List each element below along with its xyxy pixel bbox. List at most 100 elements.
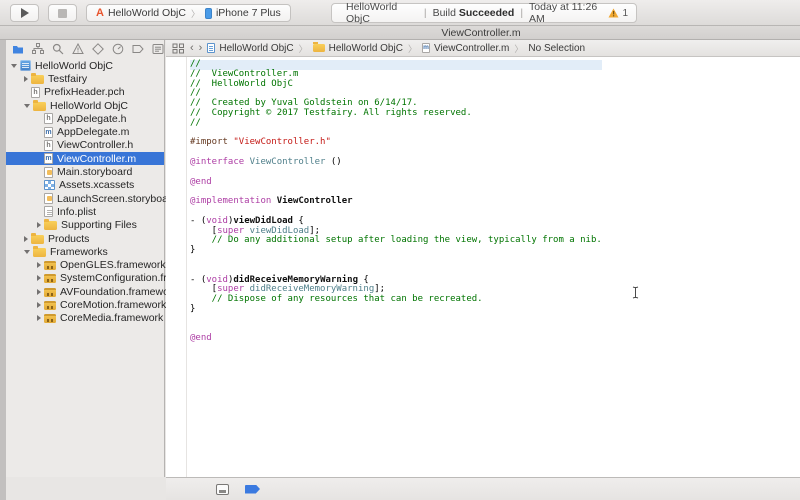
tree-item-viewcontroller-h[interactable]: h ViewController.h — [6, 139, 164, 152]
stop-icon — [58, 9, 67, 18]
tree-item-assets-xcassets[interactable]: Assets.xcassets — [6, 179, 164, 192]
framework-icon — [44, 288, 56, 297]
status-project: HelloWorld ObjC — [346, 1, 418, 25]
tree-item-supporting-files[interactable]: Supporting Files — [6, 219, 164, 232]
source-editor[interactable]: //// ViewController.m// HelloWorld ObjC/… — [166, 57, 800, 477]
project-navigator-icon[interactable] — [12, 43, 25, 55]
crumb-separator: 〉 — [299, 42, 308, 55]
code-line[interactable]: // Dispose of any resources that can be … — [190, 295, 602, 305]
crumb-label: No Selection — [528, 43, 585, 54]
code-line[interactable]: // HelloWorld ObjC — [190, 80, 602, 90]
file-h-icon: h — [44, 140, 53, 151]
jump-bar-crumb-1[interactable]: HelloWorld ObjC — [313, 43, 403, 54]
code-line[interactable]: // — [190, 119, 602, 129]
chevron-right-icon: 〉 — [190, 7, 201, 20]
disclosure-right-icon[interactable] — [37, 275, 41, 281]
disclosure-right-icon[interactable] — [24, 76, 28, 82]
disclosure-down-icon[interactable] — [11, 64, 17, 68]
code-line[interactable]: } — [190, 305, 602, 315]
tree-item-avfoundation-framework[interactable]: AVFoundation.framework — [6, 285, 164, 298]
tree-item-helloworld-objc[interactable]: HelloWorld ObjC — [6, 99, 164, 112]
tree-item-products[interactable]: Products — [6, 232, 164, 245]
tree-item-label: ViewController.h — [57, 139, 133, 151]
debug-navigator-icon[interactable] — [111, 43, 124, 55]
disclosure-right-icon[interactable] — [37, 289, 41, 295]
tree-item-label: Frameworks — [50, 246, 108, 258]
code-line[interactable]: // Copyright © 2017 Testfairy. All right… — [190, 109, 602, 119]
tree-item-appdelegate-m[interactable]: m AppDelegate.m — [6, 125, 164, 138]
file-h-icon: h — [44, 113, 53, 124]
tree-item-prefixheader-pch[interactable]: hPrefixHeader.pch — [6, 86, 164, 99]
scheme-selector[interactable]: A HelloWorld ObjC 〉 iPhone 7 Plus — [86, 4, 291, 22]
tab-viewcontroller[interactable]: ViewController.m — [441, 27, 520, 39]
toggle-debug-area-button[interactable] — [216, 484, 229, 495]
code-content[interactable]: //// ViewController.m// HelloWorld ObjC/… — [190, 60, 602, 344]
storyboard-icon — [44, 193, 53, 204]
find-navigator-icon[interactable] — [52, 43, 65, 55]
tree-item-label: LaunchScreen.storyboard — [57, 193, 177, 205]
tree-item-frameworks[interactable]: Frameworks — [6, 245, 164, 258]
tree-item-viewcontroller-m[interactable]: mViewController.m — [6, 152, 164, 165]
tree-item-label: Testfairy — [48, 73, 87, 85]
tree-item-coremedia-framework[interactable]: CoreMedia.framework — [6, 312, 164, 325]
text-cursor-icon — [632, 286, 639, 299]
code-line[interactable]: @interface ViewController () — [190, 158, 602, 168]
file-m-icon: m — [44, 127, 53, 138]
forward-button[interactable]: › — [199, 43, 203, 53]
jump-bar-crumb-0[interactable]: HelloWorld ObjC — [207, 43, 293, 54]
tree-item-main-storyboard[interactable]: Main.storyboard — [6, 165, 164, 178]
play-icon — [21, 8, 29, 18]
jump-bar-crumb-3[interactable]: No Selection — [528, 43, 585, 54]
tree-item-info-plist[interactable]: Info.plist — [6, 205, 164, 218]
tree-item-opengles-framework[interactable]: OpenGLES.framework — [6, 258, 164, 271]
tree-item-systemconfiguration-framework[interactable]: SystemConfiguration.framework — [6, 272, 164, 285]
tree-item-testfairy[interactable]: Testfairy — [6, 72, 164, 85]
test-navigator-icon[interactable] — [92, 43, 105, 55]
jump-bar-crumb-2[interactable]: mViewController.m — [422, 43, 509, 54]
tree-item-label: AppDelegate.m — [57, 126, 129, 138]
warning-badge[interactable]: 1 — [608, 8, 628, 19]
code-line[interactable]: #import "ViewController.h" — [190, 138, 602, 148]
warning-count: 1 — [622, 8, 628, 19]
disclosure-down-icon[interactable] — [24, 104, 30, 108]
back-button[interactable]: ‹ — [190, 43, 194, 53]
code-line[interactable] — [190, 256, 602, 266]
code-line[interactable] — [190, 168, 602, 178]
tree-item-label: Info.plist — [57, 206, 96, 218]
disclosure-right-icon[interactable] — [37, 262, 41, 268]
disclosure-right-icon[interactable] — [37, 302, 41, 308]
run-button[interactable] — [10, 4, 39, 22]
code-line[interactable]: } — [190, 246, 602, 256]
code-line[interactable] — [190, 315, 602, 325]
destination-name[interactable]: iPhone 7 Plus — [216, 7, 281, 19]
breakpoint-navigator-icon[interactable] — [131, 43, 144, 55]
code-line[interactable]: @implementation ViewController — [190, 197, 602, 207]
source-control-navigator-icon[interactable] — [32, 43, 45, 55]
breakpoints-toggle-button[interactable] — [245, 485, 260, 494]
code-line[interactable]: @end — [190, 178, 602, 188]
navigator-sidebar: HelloWorld ObjCTestfairyhPrefixHeader.pc… — [6, 40, 165, 477]
toolbar: A HelloWorld ObjC 〉 iPhone 7 Plus HelloW… — [0, 0, 800, 26]
issue-navigator-icon[interactable] — [72, 43, 85, 55]
code-line[interactable]: @end — [190, 334, 602, 344]
disclosure-right-icon[interactable] — [24, 236, 28, 242]
folder-icon — [31, 75, 44, 84]
project-icon — [20, 60, 31, 71]
tree-item-coremotion-framework[interactable]: CoreMotion.framework — [6, 298, 164, 311]
report-navigator-icon[interactable] — [151, 43, 164, 55]
related-items-icon[interactable] — [172, 43, 185, 54]
tree-item-launchscreen-storyboard[interactable]: LaunchScreen.storyboard — [6, 192, 164, 205]
stop-button[interactable] — [48, 4, 77, 22]
disclosure-right-icon[interactable] — [37, 222, 41, 228]
tree-item-label: Supporting Files — [61, 219, 137, 231]
folder-icon — [33, 102, 46, 111]
tree-item-appdelegate-h[interactable]: hAppDelegate.h — [6, 112, 164, 125]
code-line[interactable]: // Do any additional setup after loading… — [190, 236, 602, 246]
disclosure-down-icon[interactable] — [24, 250, 30, 254]
status-time: Today at 11:26 AM — [529, 1, 608, 25]
code-line[interactable] — [190, 325, 602, 335]
tree-item-helloworld-objc[interactable]: HelloWorld ObjC — [6, 59, 164, 72]
framework-icon — [44, 274, 56, 283]
scheme-name[interactable]: HelloWorld ObjC — [108, 7, 186, 19]
disclosure-right-icon[interactable] — [37, 315, 41, 321]
